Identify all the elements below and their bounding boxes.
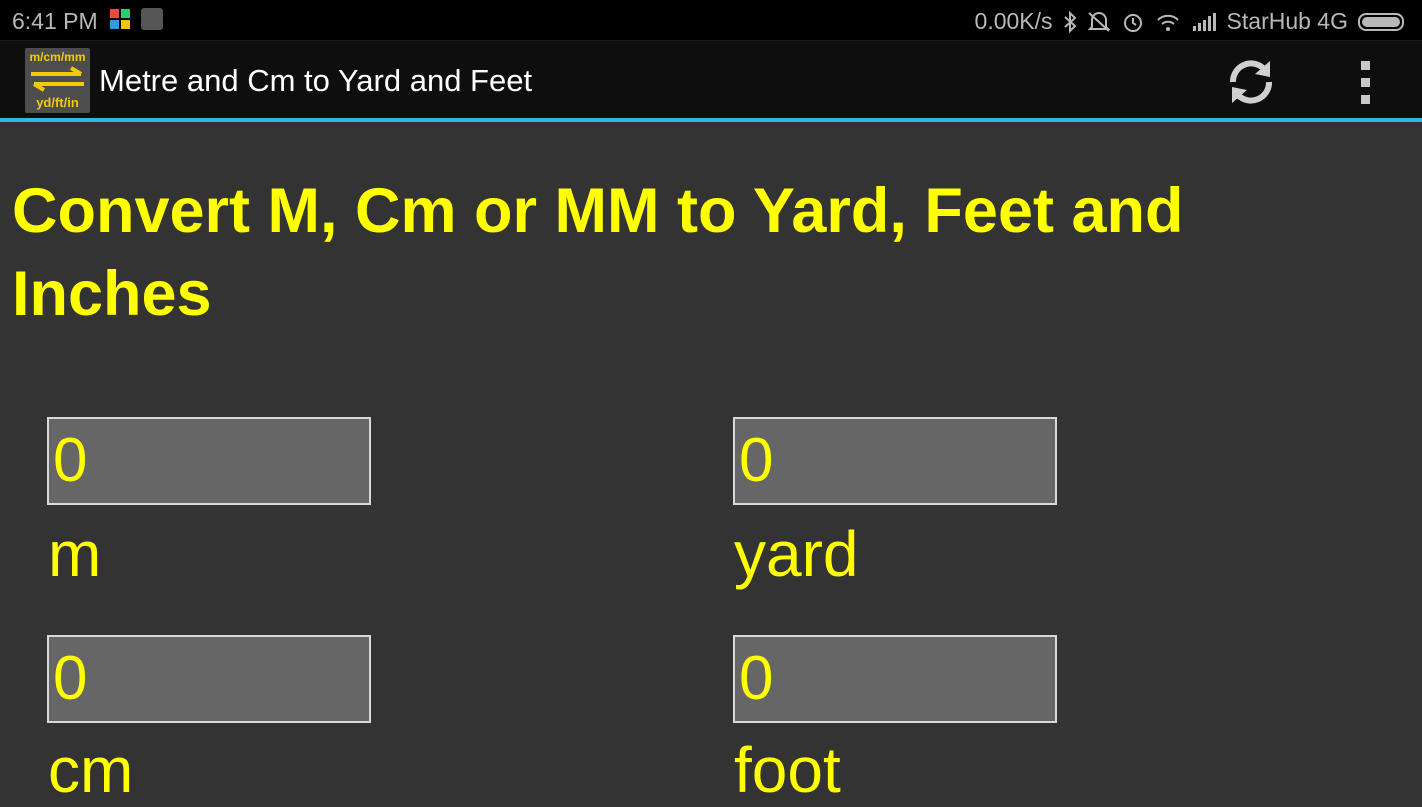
action-bar: m/cm/mm yd/ft/in Metre and Cm to Yard an… [0,41,1422,122]
action-bar-divider [0,118,1422,122]
refresh-icon [1230,60,1272,104]
app-icon-bottom-text: yd/ft/in [36,95,79,110]
metre-input[interactable]: 0 [47,417,371,505]
yard-label: yard [734,518,859,590]
wifi-icon [1155,11,1181,33]
cm-label: cm [48,734,134,806]
puzzle-notification-icon [109,8,131,30]
swap-arrows-icon [31,66,84,92]
alarm-icon [1121,11,1145,33]
app-icon-top-text: m/cm/mm [29,50,86,64]
foot-input[interactable]: 0 [733,635,1057,723]
screenshot-notification-icon [141,8,163,30]
yard-input[interactable]: 0 [733,417,1057,505]
network-speed: 0.00K/s [974,8,1053,34]
mute-icon [1087,11,1111,33]
battery-icon [1358,11,1408,33]
overflow-menu-button[interactable] [1350,57,1380,107]
page-heading: Convert M, Cm or MM to Yard, Feet and In… [12,176,1184,329]
carrier-label: StarHub 4G [1226,8,1348,34]
cm-input[interactable]: 0 [47,635,371,723]
bluetooth-icon [1063,10,1077,33]
refresh-button[interactable] [1224,55,1278,109]
signal-icon [1191,11,1217,33]
status-indicators: 0.00K/s StarHub 4G [975,8,1408,35]
app-title: Metre and Cm to Yard and Feet [99,63,533,98]
metre-label: m [48,518,102,590]
status-bar: 6:41 PM 0.00K/s StarHub 4G [0,0,1422,41]
app-icon[interactable]: m/cm/mm yd/ft/in [25,48,90,113]
foot-label: foot [734,734,841,806]
status-time: 6:41 PM [12,8,98,34]
